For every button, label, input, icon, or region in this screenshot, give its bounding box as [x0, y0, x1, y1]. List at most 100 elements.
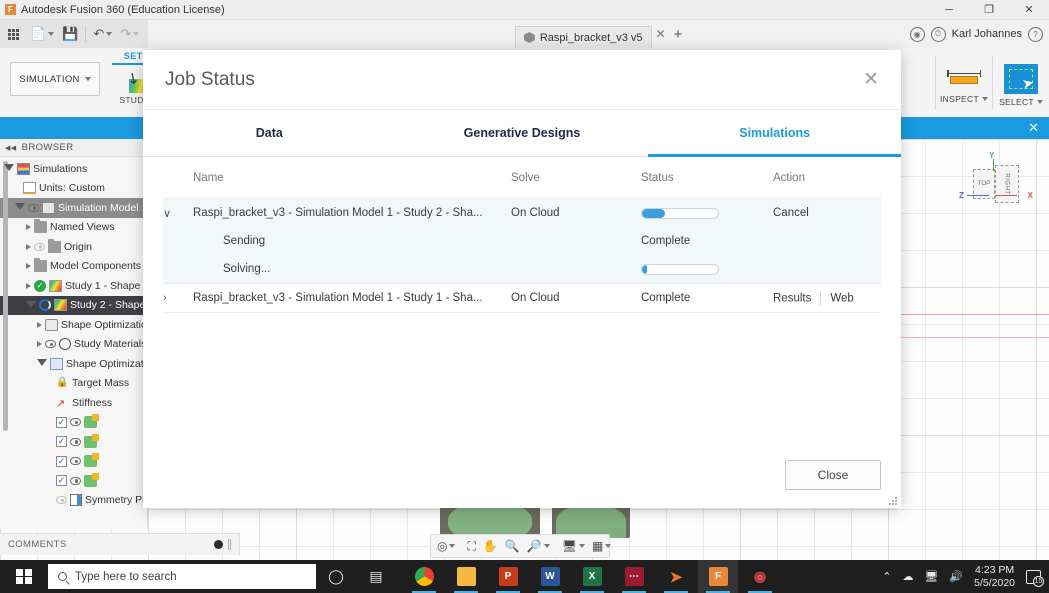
minimize-button[interactable]: ─: [929, 0, 969, 20]
app-grid-icon[interactable]: [0, 28, 26, 40]
taskbar-app-paint3d[interactable]: ◉: [740, 560, 780, 593]
row-expander-icon[interactable]: ∨: [163, 208, 171, 220]
visibility-eye-icon[interactable]: [56, 496, 67, 505]
browser-tree-item[interactable]: 🔒 Target Mass: [0, 374, 147, 394]
notification-close-icon[interactable]: ✕: [1028, 120, 1039, 136]
browser-tree-item[interactable]: Simulation Model 1: [0, 198, 147, 218]
dialog-resize-grip[interactable]: [888, 496, 897, 505]
close-dialog-button[interactable]: Close: [785, 460, 881, 490]
collapse-arrow-icon[interactable]: [26, 224, 31, 231]
browser-tree-item[interactable]: Simulations: [0, 159, 147, 179]
browser-tree-item[interactable]: ✓: [0, 432, 147, 452]
taskbar-app-explorer[interactable]: [446, 560, 486, 593]
collapse-arrow-icon[interactable]: [37, 341, 42, 348]
browser-tree-item[interactable]: ✓ Study 1 - Shape: [0, 276, 147, 296]
visibility-eye-icon[interactable]: [34, 242, 45, 251]
browser-tree-item[interactable]: ✓: [0, 452, 147, 472]
visibility-eye-icon[interactable]: [70, 457, 81, 466]
collapse-arrow-icon[interactable]: [26, 243, 31, 250]
onedrive-icon[interactable]: ☁: [902, 570, 913, 583]
taskbar-app-chrome[interactable]: [404, 560, 444, 593]
new-tab-icon[interactable]: +: [674, 26, 683, 43]
row-expander-icon[interactable]: ›: [163, 292, 167, 304]
expand-arrow-icon[interactable]: [26, 300, 36, 308]
zoom-window-icon[interactable]: 🔎: [524, 539, 553, 553]
network-icon[interactable]: 🖥: [924, 570, 938, 583]
maximize-button[interactable]: ❐: [969, 0, 1009, 20]
zoom-icon[interactable]: 🔍: [502, 539, 523, 553]
volume-icon[interactable]: 🔊: [949, 570, 963, 583]
dialog-close-icon[interactable]: ✕: [863, 70, 879, 89]
taskbar-app-excel[interactable]: X: [572, 560, 612, 593]
browser-tree-item[interactable]: Shape Optimizatio: [0, 315, 147, 335]
new-file-button[interactable]: 📄: [26, 20, 58, 48]
resize-handle[interactable]: [228, 539, 231, 550]
document-tab[interactable]: Raspi_bracket_v3 v5: [514, 26, 652, 48]
windows-start-icon[interactable]: [0, 560, 48, 593]
expand-arrow-icon[interactable]: [15, 203, 25, 211]
cortana-icon[interactable]: ◯: [316, 560, 356, 593]
dialog-tab-data[interactable]: Data: [143, 110, 396, 156]
visibility-eye-icon[interactable]: [70, 476, 81, 485]
browser-tree-item[interactable]: Named Views: [0, 218, 147, 238]
recent-documents-icon[interactable]: ⏱: [930, 26, 946, 42]
inspect-button[interactable]: INSPECT: [936, 48, 992, 118]
visibility-eye-icon[interactable]: [28, 203, 39, 212]
undo-button[interactable]: ↶: [89, 20, 116, 48]
taskbar-app-word[interactable]: W: [530, 560, 570, 593]
browser-tree-item[interactable]: ✓: [0, 471, 147, 491]
tray-expand-icon[interactable]: ⌃: [882, 570, 891, 583]
display-settings-icon[interactable]: 🖥: [559, 539, 588, 553]
table-row[interactable]: ∨ Raspi_bracket_v3 - Simulation Model 1 -…: [163, 199, 881, 227]
view-cube-face-right[interactable]: RIGHT: [995, 165, 1019, 203]
comments-panel[interactable]: COMMENTS: [0, 533, 240, 555]
browser-scrollbar[interactable]: [3, 161, 8, 431]
collapse-panel-icon[interactable]: ◀◀: [5, 144, 17, 152]
browser-tree-item[interactable]: Origin: [0, 237, 147, 257]
visibility-checkbox[interactable]: ✓: [56, 416, 67, 428]
close-window-button[interactable]: ✕: [1009, 0, 1049, 20]
browser-tree-item[interactable]: Shape Optimizatio: [0, 354, 147, 374]
action-cancel-link[interactable]: Cancel: [773, 207, 809, 219]
redo-button[interactable]: ↷: [116, 20, 143, 48]
browser-tree-item[interactable]: Units: Custom: [0, 179, 147, 199]
document-tab-close-icon[interactable]: ✕: [656, 27, 666, 41]
workspace-dropdown[interactable]: SIMULATION: [10, 62, 100, 96]
search-input[interactable]: Type here to search: [48, 564, 316, 589]
visibility-checkbox[interactable]: ✓: [56, 436, 67, 448]
browser-tree-item[interactable]: Model Components: [0, 257, 147, 277]
taskbar-app-fusion360[interactable]: F: [698, 560, 738, 593]
expand-arrow-icon[interactable]: [4, 164, 14, 172]
dialog-tab-simulations[interactable]: Simulations: [648, 110, 901, 157]
collapse-arrow-icon[interactable]: [26, 282, 31, 289]
orbit-icon[interactable]: ◎: [434, 539, 458, 553]
help-icon[interactable]: ?: [1028, 26, 1043, 42]
visibility-checkbox[interactable]: ✓: [56, 475, 67, 487]
expand-arrow-icon[interactable]: [37, 359, 47, 367]
visibility-eye-icon[interactable]: [70, 437, 81, 446]
visibility-eye-icon[interactable]: [45, 340, 56, 349]
browser-tree-item[interactable]: Study Materials: [0, 335, 147, 355]
job-status-icon[interactable]: ◉: [909, 26, 925, 42]
visibility-eye-icon[interactable]: [70, 418, 81, 427]
taskbar-app-powerpoint[interactable]: P: [488, 560, 528, 593]
select-button[interactable]: ➤ SELECT: [993, 48, 1049, 118]
user-name-label[interactable]: Karl Johannes: [952, 28, 1022, 40]
collapse-arrow-icon[interactable]: [26, 263, 31, 270]
browser-tree-item[interactable]: ✓: [0, 413, 147, 433]
add-comment-icon[interactable]: [214, 540, 223, 549]
grid-snaps-icon[interactable]: ▦: [589, 539, 614, 553]
taskbar-app-matlab[interactable]: ➤: [656, 560, 696, 593]
collapse-arrow-icon[interactable]: [37, 321, 42, 328]
action-results-link[interactable]: Results: [773, 292, 811, 304]
browser-tree-item[interactable]: Study 2 - Shape: [0, 295, 147, 315]
notifications-icon[interactable]: 15: [1026, 569, 1044, 587]
dialog-tab-generative-designs[interactable]: Generative Designs: [396, 110, 649, 156]
view-cube[interactable]: TOP RIGHT X Y Z: [959, 151, 1033, 219]
fit-icon[interactable]: ⛶: [464, 539, 478, 554]
browser-tree-item[interactable]: ↗ Stiffness: [0, 393, 147, 413]
visibility-checkbox[interactable]: ✓: [56, 455, 67, 467]
save-button[interactable]: 💾: [58, 20, 82, 48]
browser-tree-item[interactable]: Symmetry Plane 1: [0, 491, 147, 511]
action-web-link[interactable]: Web: [830, 292, 853, 304]
